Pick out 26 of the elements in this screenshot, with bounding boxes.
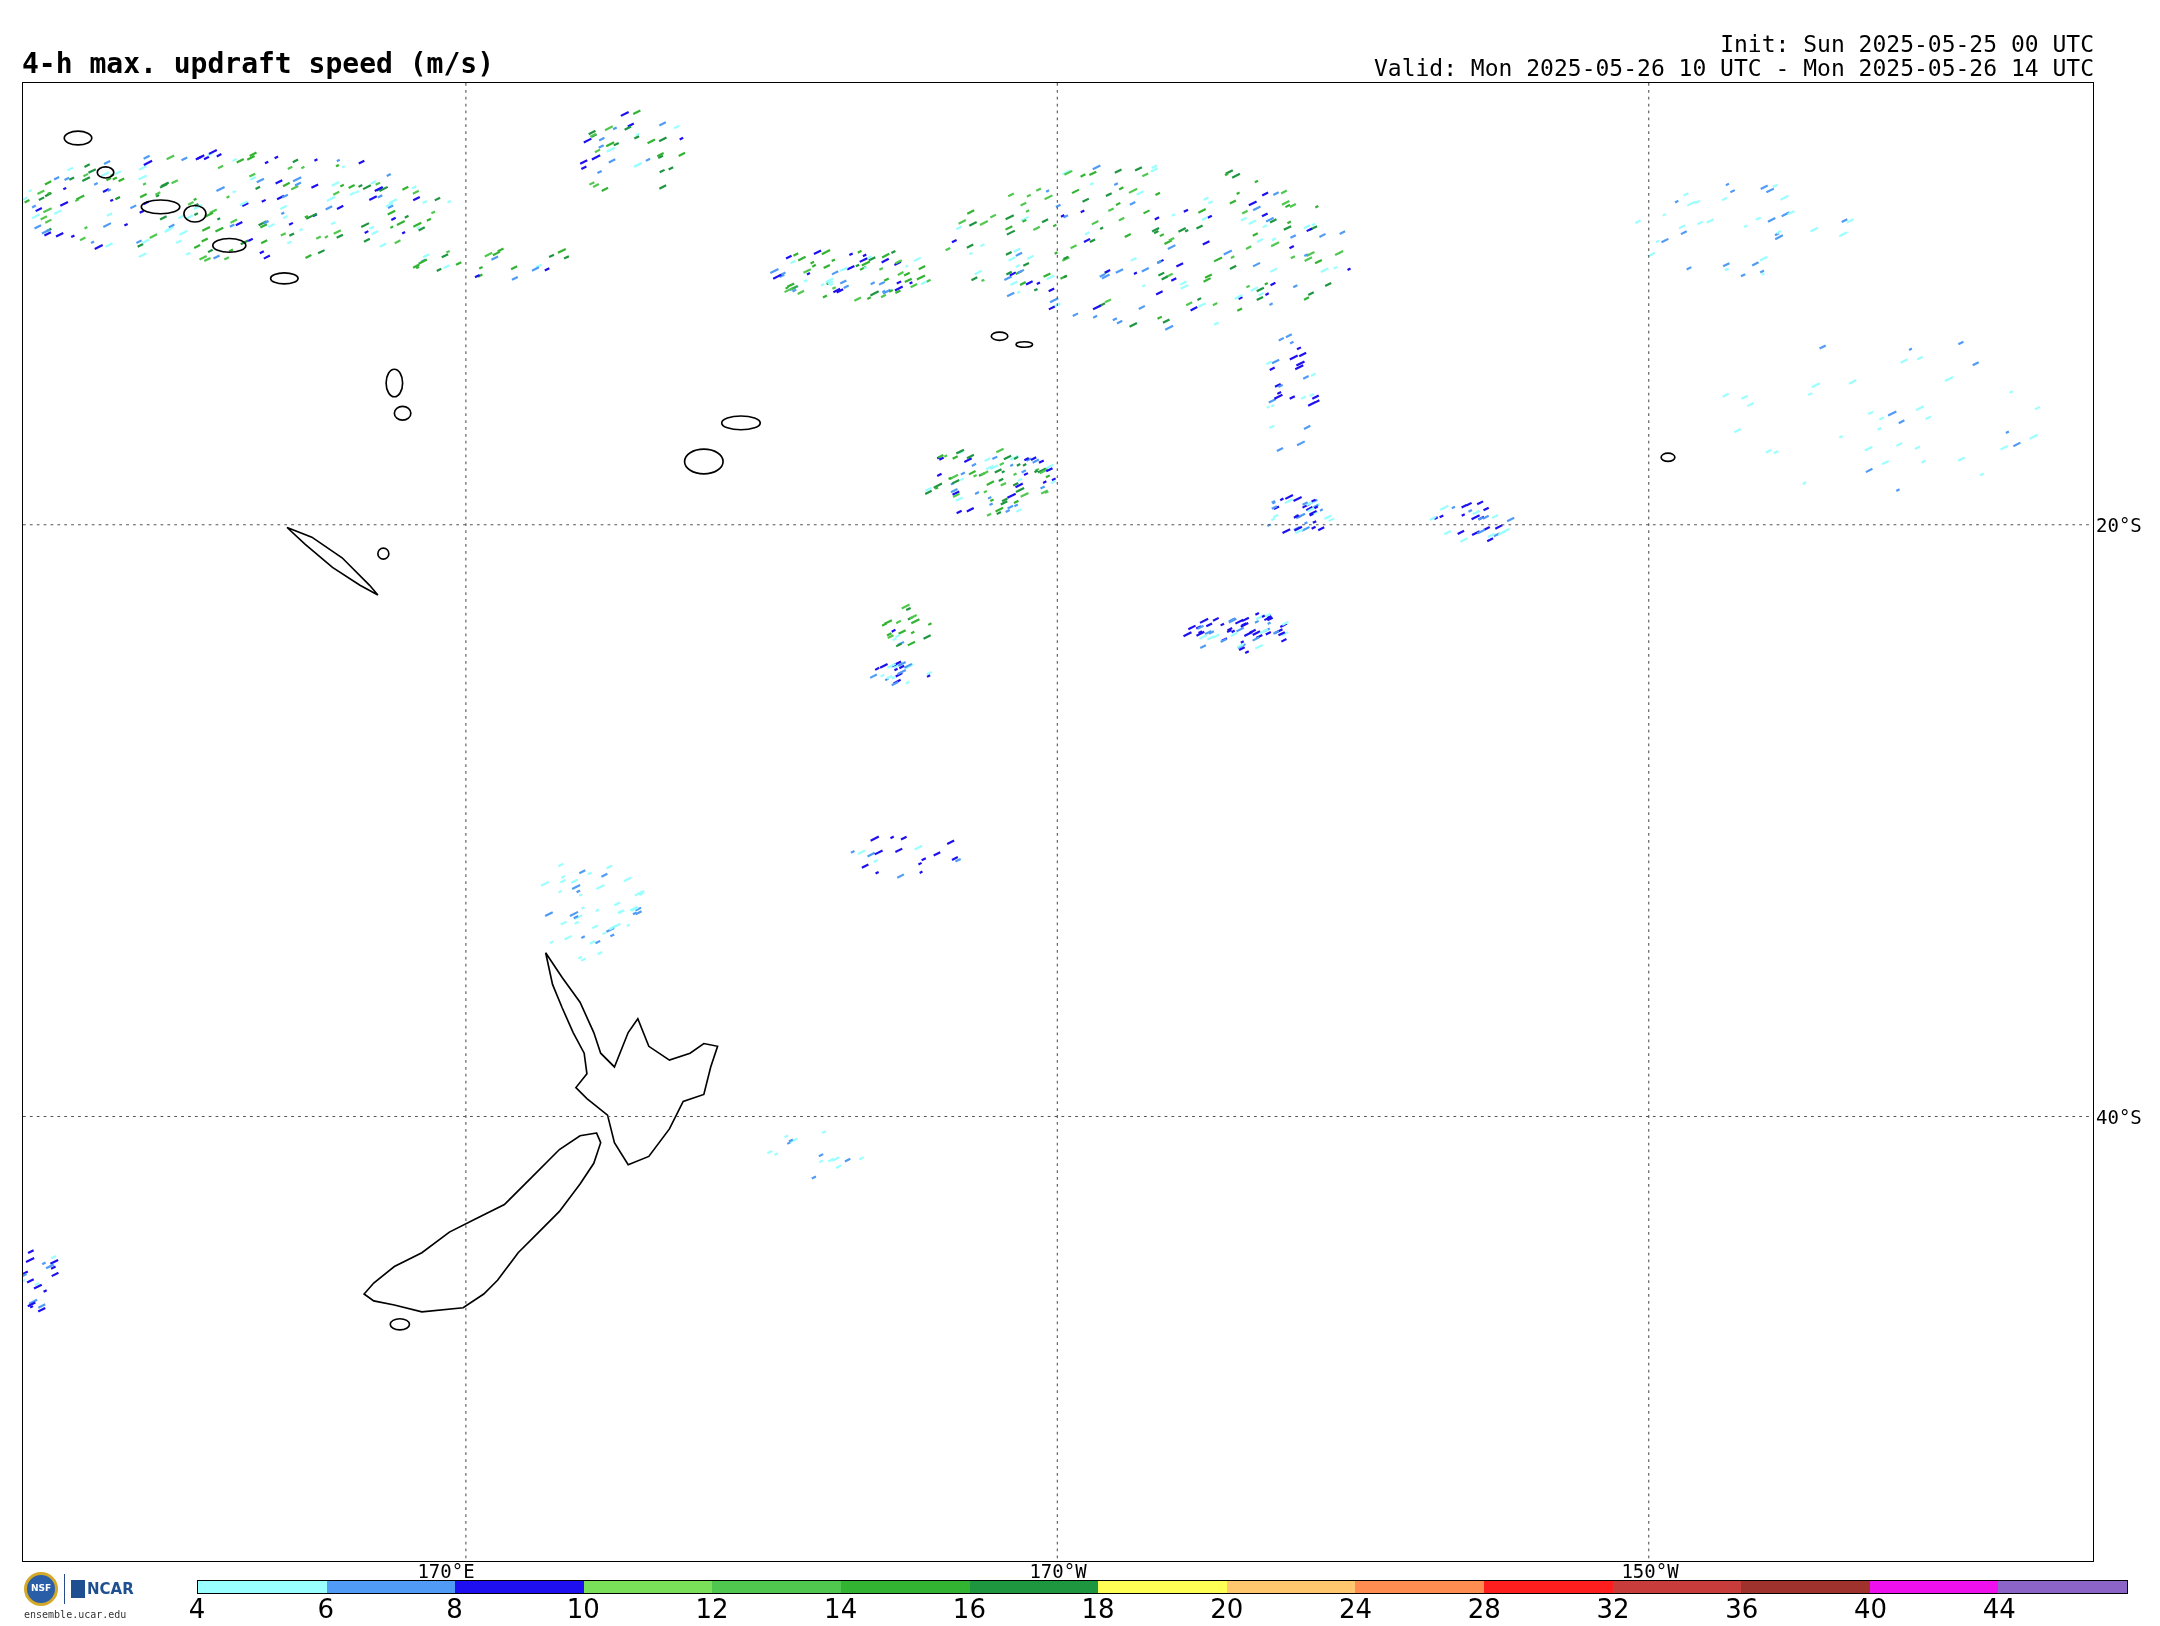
colorbar-tick-label: 40: [1854, 1595, 1888, 1623]
colorbar-tick-label: 10: [566, 1595, 600, 1623]
colorbar-tick-label: 24: [1339, 1595, 1373, 1623]
colorbar-tick-label: 16: [952, 1595, 986, 1623]
emblem-logo: NSF: [24, 1572, 58, 1606]
longitude-label: 150°W: [1621, 1562, 1679, 1581]
colorbar-tick-label: 6: [317, 1595, 334, 1623]
ncar-logo: NCAR: [71, 1580, 134, 1598]
colorbar-tick-label: 36: [1725, 1595, 1759, 1623]
colorbar-tick-label: 14: [824, 1595, 858, 1623]
colorbar-tick-label: 4: [188, 1595, 206, 1623]
longitude-label: 170°E: [417, 1562, 475, 1581]
colorbar-tick-label: 8: [446, 1595, 463, 1623]
colorbar-tick-label: 28: [1467, 1595, 1501, 1623]
colorbar-tick-label: 44: [1982, 1595, 2016, 1623]
latitude-label: 40°S: [2096, 1107, 2142, 1127]
longitude-label: 170°W: [1029, 1562, 1087, 1581]
colorbar-tick-label: 12: [695, 1595, 729, 1623]
chart-title: 4-h max. updraft speed (m/s): [22, 48, 494, 80]
colorbar-tick-label: 20: [1210, 1595, 1244, 1623]
init-time: Init: Sun 2025-05-25 00 UTC: [1720, 32, 2094, 56]
valid-time: Valid: Mon 2025-05-26 10 UTC - Mon 2025-05-26 14 UTC: [1373, 56, 2094, 80]
colorbar-tick-label: 18: [1081, 1595, 1115, 1623]
site-url: ensemble.ucar.edu: [24, 1609, 127, 1621]
latitude-label: 20°S: [2096, 515, 2142, 535]
colorbar-tick-label: 32: [1596, 1595, 1630, 1623]
